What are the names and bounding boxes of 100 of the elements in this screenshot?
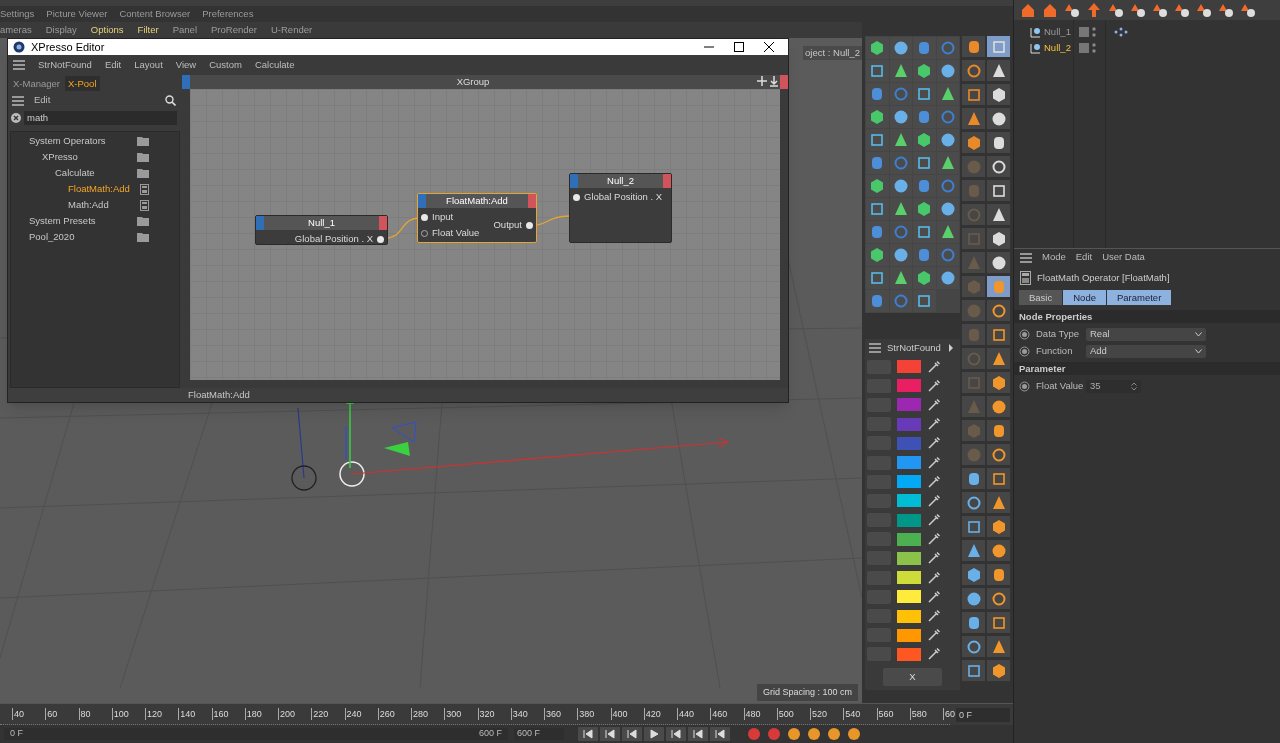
eyedropper-icon[interactable] <box>927 628 941 643</box>
cube-icon[interactable] <box>990 230 1007 247</box>
sphere-icon[interactable] <box>990 398 1007 415</box>
square-icon[interactable] <box>965 86 982 103</box>
cone-icon[interactable] <box>990 350 1007 367</box>
menu-item[interactable]: Panel <box>172 22 198 38</box>
panel-tab[interactable]: X-Pool <box>65 76 100 91</box>
menu-item[interactable]: Preferences <box>202 6 254 22</box>
tag-icon[interactable] <box>1114 26 1128 38</box>
record-icon[interactable] <box>786 727 802 741</box>
dropdown[interactable]: Add <box>1086 344 1206 358</box>
sphere-icon[interactable] <box>939 270 956 286</box>
color-swatch[interactable] <box>897 475 921 489</box>
sphere-icon[interactable] <box>939 63 956 79</box>
square-icon[interactable] <box>916 155 933 171</box>
object-name[interactable]: Null_1 <box>1044 24 1071 40</box>
sphere-icon[interactable] <box>939 132 956 148</box>
eyedropper-icon[interactable] <box>927 513 941 528</box>
cone-icon[interactable] <box>990 494 1007 511</box>
tree-item[interactable]: FloatMath:Add <box>68 181 140 197</box>
eyedropper-icon[interactable] <box>927 417 941 432</box>
color-swatch[interactable] <box>897 494 921 508</box>
square-icon[interactable] <box>869 201 886 217</box>
caret-icon[interactable] <box>948 344 954 352</box>
sphere-icon[interactable] <box>892 40 909 56</box>
menu-item[interactable]: Calculate <box>254 57 295 73</box>
menu-item[interactable]: Picture Viewer <box>46 6 108 22</box>
shapes-icon[interactable] <box>1108 2 1124 18</box>
search-field[interactable]: math <box>24 111 177 125</box>
house-icon[interactable] <box>1042 2 1058 18</box>
menu-item[interactable]: StrNotFound <box>38 57 92 73</box>
eyedropper-icon[interactable] <box>927 359 941 374</box>
animate-dot-icon[interactable] <box>1019 328 1030 340</box>
cube-icon[interactable] <box>965 566 982 583</box>
spinner-arrows-icon[interactable] <box>1131 381 1137 391</box>
eyedropper-icon[interactable] <box>927 570 941 585</box>
attribute-tab[interactable]: Basic <box>1019 290 1064 305</box>
color-swatch[interactable] <box>897 398 921 412</box>
fit-icon[interactable] <box>768 75 780 87</box>
square-icon[interactable] <box>965 662 982 679</box>
eyedropper-icon[interactable] <box>927 589 941 604</box>
sphere-icon[interactable] <box>990 254 1007 271</box>
step-icon[interactable] <box>578 727 598 741</box>
dropdown[interactable]: Real <box>1086 327 1206 341</box>
step-icon[interactable] <box>622 727 642 741</box>
color-swatch[interactable] <box>897 360 921 374</box>
cube-icon[interactable] <box>869 247 886 263</box>
record-icon[interactable] <box>806 727 822 741</box>
square-icon[interactable] <box>916 224 933 240</box>
graph-node[interactable]: FloatMath:Add Input Float Value Output <box>417 193 537 243</box>
color-swatch[interactable] <box>897 628 921 642</box>
color-swatch[interactable] <box>897 513 921 527</box>
eyedropper-icon[interactable] <box>927 378 941 393</box>
sphere-icon[interactable] <box>990 542 1007 559</box>
sphere-icon[interactable] <box>990 110 1007 127</box>
square-icon[interactable] <box>869 63 886 79</box>
square-icon[interactable] <box>990 470 1007 487</box>
eyedropper-icon[interactable] <box>927 474 941 489</box>
menu-icon[interactable] <box>12 95 24 106</box>
tree-item[interactable]: System Presets <box>29 213 137 229</box>
menu-item[interactable]: U-Render <box>271 22 313 38</box>
menu-icon[interactable] <box>13 60 25 70</box>
color-swatch[interactable] <box>897 417 921 431</box>
input-port-tab[interactable] <box>256 216 264 230</box>
menu-item[interactable]: Display <box>45 22 77 38</box>
record-icon[interactable] <box>766 727 782 741</box>
clear-icon[interactable] <box>11 113 21 123</box>
sphere-icon[interactable] <box>892 109 909 125</box>
menu-item[interactable]: Edit <box>104 57 122 73</box>
menu-item[interactable]: Layout <box>134 57 163 73</box>
cone-icon[interactable] <box>892 132 909 148</box>
eyedropper-icon[interactable] <box>927 455 941 470</box>
ring-icon[interactable] <box>990 158 1007 175</box>
shapes-icon[interactable] <box>1130 2 1146 18</box>
record-icon[interactable] <box>846 727 862 741</box>
ring-icon[interactable] <box>965 62 982 79</box>
eyedropper-icon[interactable] <box>927 609 941 624</box>
sphere-icon[interactable] <box>939 201 956 217</box>
clear-button[interactable]: X <box>883 668 942 686</box>
cube-icon[interactable] <box>990 86 1007 103</box>
square-icon[interactable] <box>990 326 1007 343</box>
shapes-icon[interactable] <box>1174 2 1190 18</box>
color-swatch[interactable] <box>897 571 921 585</box>
input-port-tab[interactable] <box>570 174 578 188</box>
cube-icon[interactable] <box>916 201 933 217</box>
sphere-icon[interactable] <box>892 247 909 263</box>
input-port-tab[interactable] <box>418 194 426 208</box>
input-port-tab[interactable] <box>182 75 190 89</box>
cone-icon[interactable] <box>892 63 909 79</box>
cone-icon[interactable] <box>990 206 1007 223</box>
cube-icon[interactable] <box>916 63 933 79</box>
cube-icon[interactable] <box>965 134 982 151</box>
animate-dot-icon[interactable] <box>1019 380 1030 392</box>
attribute-tab[interactable]: Parameter <box>1106 290 1173 305</box>
tree-item[interactable]: Math:Add <box>68 197 140 213</box>
cube-icon[interactable] <box>916 132 933 148</box>
square-icon[interactable] <box>916 86 933 102</box>
step-icon[interactable] <box>688 727 708 741</box>
end-frame-field[interactable]: 600 F <box>514 728 564 740</box>
eyedropper-icon[interactable] <box>927 551 941 566</box>
